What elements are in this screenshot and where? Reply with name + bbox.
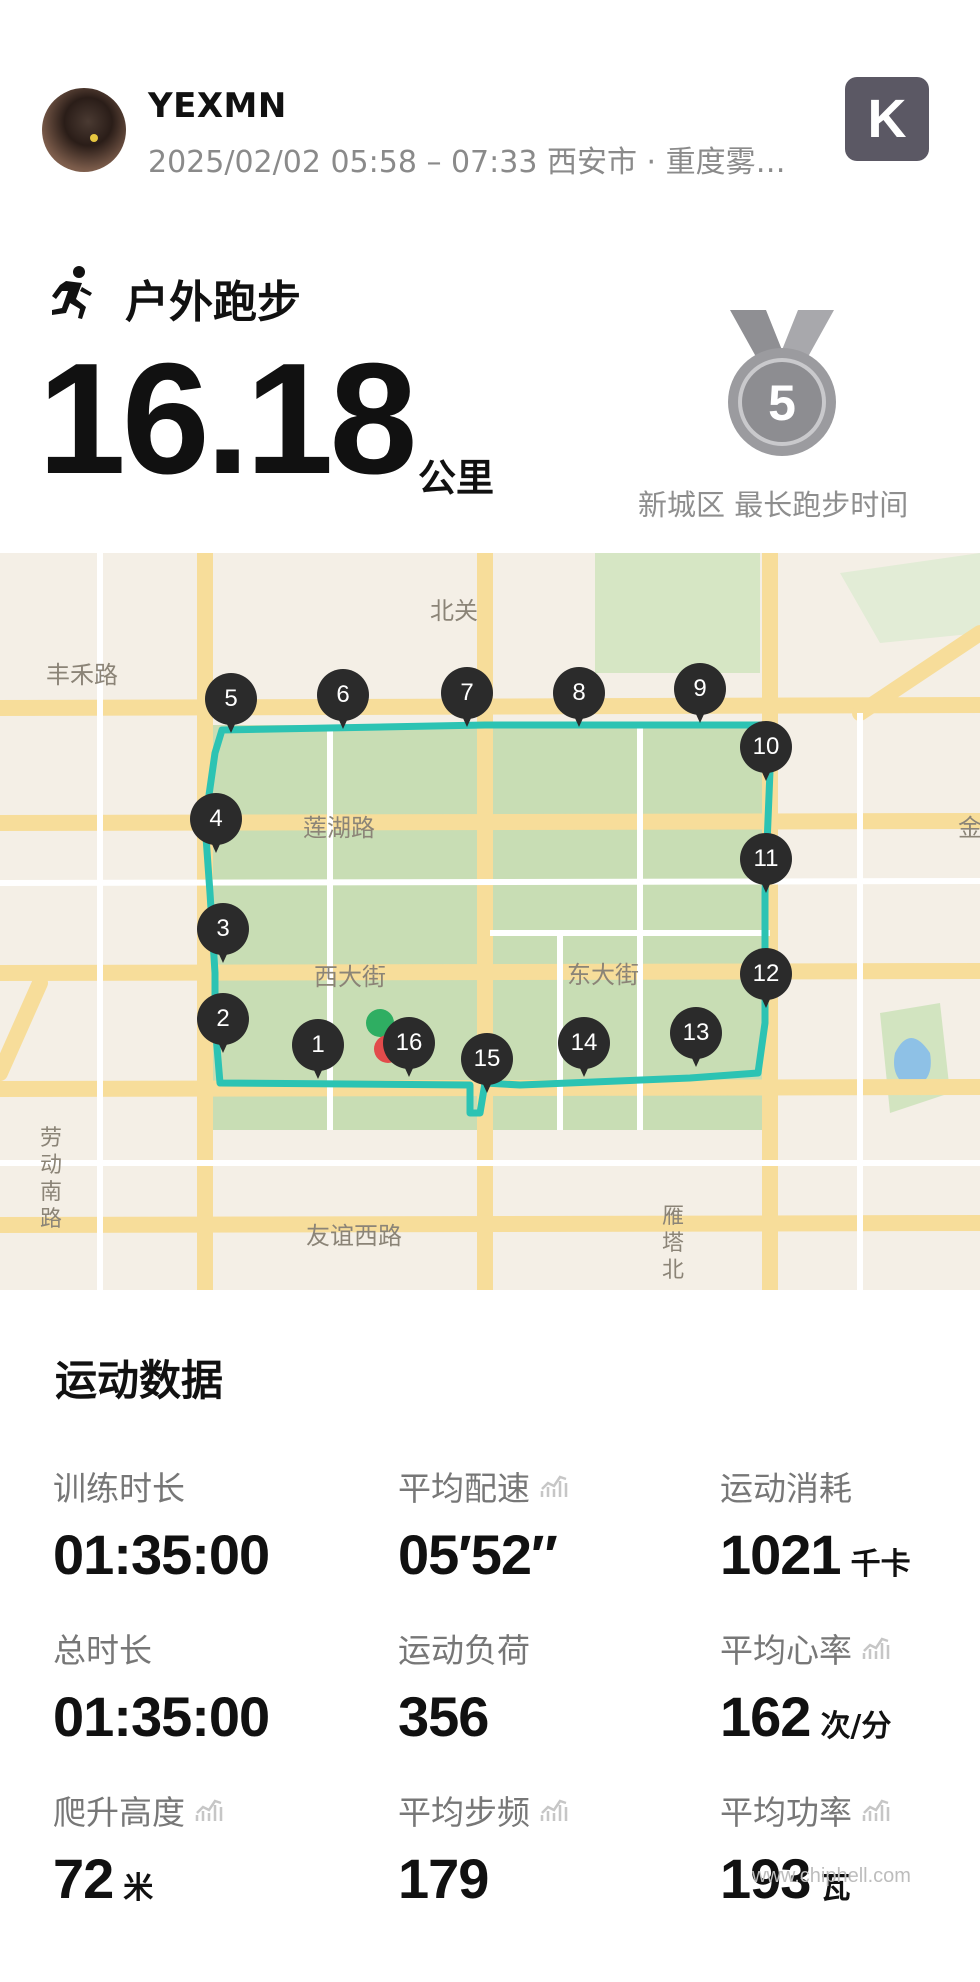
trend-chart-icon (195, 1799, 223, 1821)
km-pin-number: 11 (753, 845, 779, 872)
activity-time-location: 2025/02/02 05:58 – 07:33 西安市 · 重度雾… (148, 145, 786, 180)
stat-label: 运动消耗 (720, 1469, 852, 1508)
map-label-laodong-char: 南 (39, 1180, 62, 1205)
running-icon (52, 266, 92, 319)
km-pin-6[interactable]: 6 (317, 669, 369, 731)
trend-chart-icon (862, 1799, 890, 1821)
km-pin-number: 4 (209, 805, 223, 832)
km-pin-2[interactable]: 2 (197, 993, 249, 1055)
km-pin-number: 10 (752, 733, 780, 760)
stat-value: 01:35:00 (53, 1685, 270, 1748)
activity-type: 户外跑步 (125, 277, 301, 328)
km-pin-14[interactable]: 14 (558, 1017, 610, 1079)
km-pin-12[interactable]: 12 (740, 948, 792, 1010)
km-pin-number: 6 (336, 681, 350, 708)
stat-avg-cadence[interactable]: 平均步频 179 (398, 1786, 698, 1911)
map-label-lianhu: 莲湖路 (303, 814, 375, 842)
stat-label: 运动负荷 (398, 1631, 530, 1670)
map-canvas (0, 553, 980, 1290)
map-label-laodong-char: 路 (39, 1207, 62, 1232)
km-pin-number: 8 (572, 679, 586, 706)
trend-chart-icon (862, 1637, 890, 1659)
map-label-beiguan: 北关 (430, 597, 478, 625)
medal-icon[interactable]: 5 (720, 310, 844, 460)
km-pin-number: 3 (216, 915, 230, 942)
map-label-fenghe: 丰禾路 (46, 661, 118, 689)
km-pin-10[interactable]: 10 (740, 721, 792, 783)
stat-label: 总时长 (53, 1631, 152, 1670)
map-label-laodong: 劳 动 南 路 (38, 1125, 64, 1233)
stat-avg-pace[interactable]: 平均配速 05′52″ (398, 1462, 698, 1587)
stat-value: 72 (53, 1847, 114, 1910)
km-pin-7[interactable]: 7 (441, 667, 493, 729)
km-pin-number: 5 (224, 685, 238, 712)
stat-unit: 米 (123, 1871, 154, 1906)
km-pin-number: 13 (682, 1019, 710, 1046)
map-label-laodong-char: 动 (39, 1153, 62, 1178)
stat-training-load[interactable]: 运动负荷 356 (398, 1624, 698, 1749)
trend-chart-icon (540, 1475, 568, 1497)
stat-value: 179 (398, 1847, 489, 1910)
stat-elevation-gain[interactable]: 爬升高度 72 米 (53, 1786, 353, 1911)
stat-calories[interactable]: 运动消耗 1021 千卡 (720, 1462, 980, 1587)
km-pin-16[interactable]: 16 (383, 1017, 435, 1079)
km-pin-number: 15 (473, 1045, 501, 1072)
distance-value: 16.18 (38, 331, 417, 507)
stat-avg-heart-rate[interactable]: 平均心率 162 次/分 (720, 1624, 980, 1749)
stat-value: 01:35:00 (53, 1523, 270, 1586)
stat-value: 05′52″ (398, 1523, 558, 1586)
map-label-laodong-char: 劳 (39, 1126, 62, 1151)
username[interactable]: YEXMN (148, 86, 287, 126)
stats-section-title: 运动数据 (55, 1356, 224, 1405)
map-label-yanta-char: 雁 (661, 1204, 684, 1229)
km-pin-1[interactable]: 1 (292, 1019, 344, 1081)
km-pin-11[interactable]: 11 (740, 833, 792, 895)
keep-logo-icon[interactable]: K (845, 77, 929, 161)
km-pin-4[interactable]: 4 (190, 793, 242, 855)
route-map[interactable]: 北关 丰禾路 莲湖路 西大街 东大街 友谊西路 金 劳 动 南 路 雁 塔 北 … (0, 553, 980, 1290)
map-label-xidajie: 西大街 (314, 963, 386, 991)
stat-label: 平均心率 (720, 1631, 852, 1670)
km-pin-number: 1 (311, 1031, 325, 1058)
stat-unit: 千卡 (850, 1547, 911, 1582)
stat-value: 162 (720, 1685, 811, 1748)
km-pin-15[interactable]: 15 (461, 1033, 513, 1095)
km-pin-number: 14 (570, 1029, 598, 1056)
activity-header: YEXMN 2025/02/02 05:58 – 07:33 西安市 · 重度雾… (0, 0, 980, 250)
stat-training-duration[interactable]: 训练时长 01:35:00 (53, 1462, 353, 1587)
stat-label: 平均步频 (398, 1793, 530, 1832)
km-pin-number: 2 (216, 1005, 230, 1032)
stat-label: 平均配速 (398, 1469, 530, 1508)
map-label-yanta-char: 北 (661, 1258, 684, 1283)
stat-label: 训练时长 (53, 1469, 185, 1508)
map-label-yanta-char: 塔 (661, 1231, 684, 1256)
stat-label: 爬升高度 (53, 1793, 185, 1832)
watermark-logo (873, 1854, 973, 1977)
km-pin-9[interactable]: 9 (674, 663, 726, 725)
km-pin-number: 9 (693, 675, 707, 702)
avatar-dot (90, 134, 98, 142)
map-label-youyi: 友谊西路 (306, 1222, 402, 1250)
km-pin-number: 16 (395, 1029, 423, 1056)
stat-value: 1021 (720, 1523, 842, 1586)
stat-label: 平均功率 (720, 1793, 852, 1832)
map-label-jin: 金 (958, 814, 980, 842)
map-label-yanta: 雁 塔 北 (660, 1203, 686, 1284)
stat-value: 356 (398, 1685, 489, 1748)
stat-total-duration[interactable]: 总时长 01:35:00 (53, 1624, 353, 1749)
distance-unit: 公里 (418, 456, 495, 500)
km-pin-13[interactable]: 13 (670, 1007, 722, 1069)
medal-number: 5 (768, 375, 796, 431)
km-pin-3[interactable]: 3 (197, 903, 249, 965)
trend-chart-icon (540, 1799, 568, 1821)
map-label-dongdajie: 东大街 (567, 961, 639, 989)
km-pin-8[interactable]: 8 (553, 667, 605, 729)
medal-caption: 新城区 最长跑步时间 (638, 488, 909, 522)
user-avatar[interactable] (42, 88, 126, 172)
km-pin-5[interactable]: 5 (205, 673, 257, 735)
km-pin-number: 12 (752, 960, 780, 987)
km-pin-number: 7 (460, 679, 474, 706)
stat-unit: 次/分 (820, 1709, 892, 1744)
